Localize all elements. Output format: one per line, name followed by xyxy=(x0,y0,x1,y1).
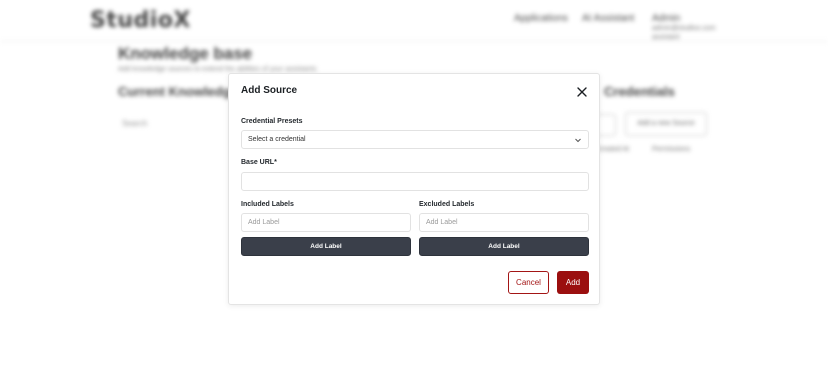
base-url-label: Base URL* xyxy=(241,159,277,166)
base-url-input[interactable] xyxy=(241,172,589,191)
add-source-dialog: Add Source Credential Presets Select a c… xyxy=(228,73,600,305)
dialog-title: Add Source xyxy=(241,85,298,96)
add-excluded-label-button[interactable]: Add Label xyxy=(419,237,589,256)
credential-presets-label: Credential Presets xyxy=(241,118,303,125)
included-labels-label: Included Labels xyxy=(241,201,294,208)
credential-select[interactable]: Select a credential xyxy=(241,130,589,149)
add-button[interactable]: Add xyxy=(557,271,589,294)
included-label-input[interactable]: Add Label xyxy=(241,213,411,232)
credential-select-value: Select a credential xyxy=(248,136,306,143)
close-icon[interactable] xyxy=(574,84,590,100)
excluded-labels-label: Excluded Labels xyxy=(419,201,475,208)
excluded-label-input[interactable]: Add Label xyxy=(419,213,589,232)
chevron-down-icon xyxy=(575,138,581,143)
add-included-label-button[interactable]: Add Label xyxy=(241,237,411,256)
cancel-button[interactable]: Cancel xyxy=(508,271,549,294)
